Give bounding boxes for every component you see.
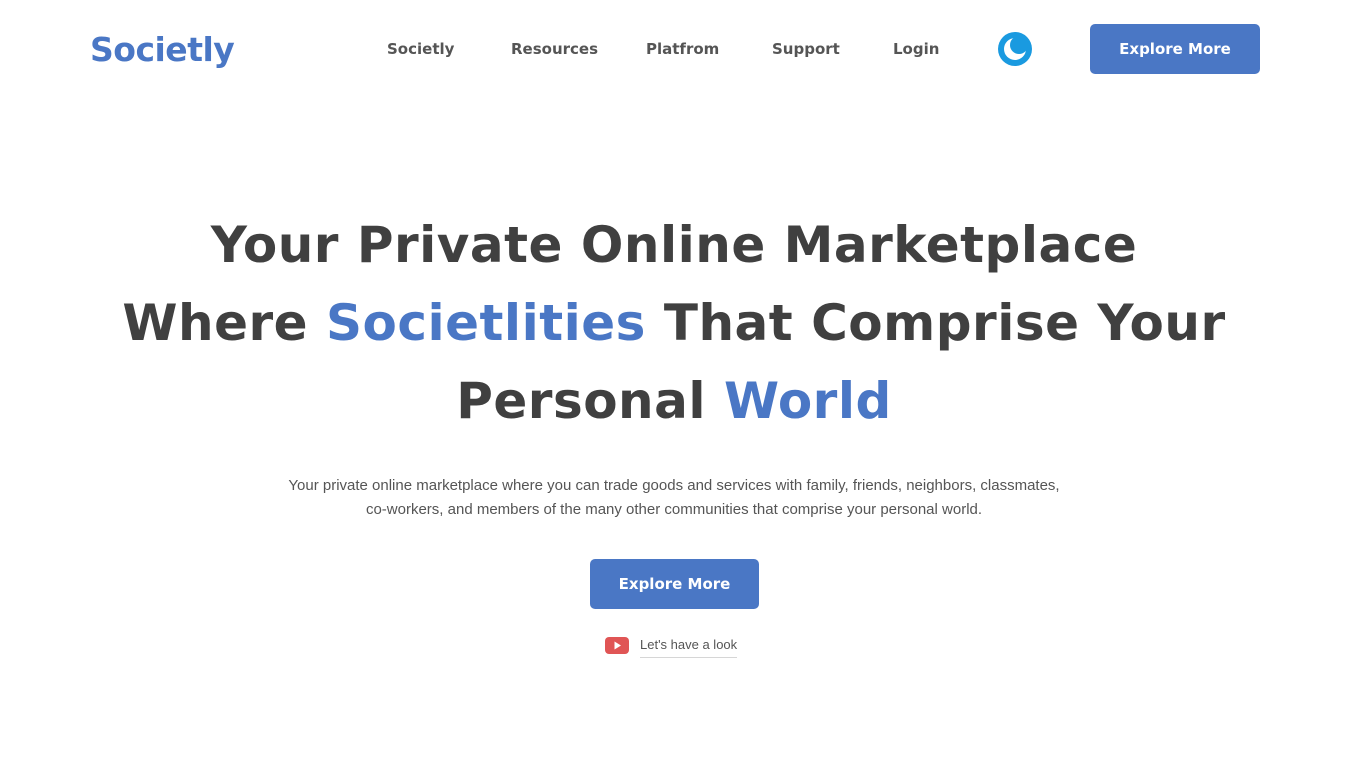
nav-login[interactable]: Login xyxy=(893,40,939,58)
landing-page: Societly Societly Resources Platfrom Sup… xyxy=(0,0,1348,767)
headline-accent: World xyxy=(723,372,892,430)
headline-line-1: Your Private Online Marketplace xyxy=(210,216,1138,274)
video-link-label[interactable]: Let's have a look xyxy=(640,637,738,658)
hero-headline: Your Private Online Marketplace Where So… xyxy=(100,206,1248,440)
nav-societly[interactable]: Societly xyxy=(387,40,454,58)
logo[interactable]: Societly xyxy=(90,30,235,69)
hero-explore-more-button[interactable]: Explore More xyxy=(590,559,759,609)
header-explore-more-button[interactable]: Explore More xyxy=(1090,24,1260,74)
hero-description: Your private online marketplace where yo… xyxy=(244,474,1104,522)
headline-text: That Comprise Your xyxy=(645,294,1226,352)
headline-text: Personal xyxy=(456,372,724,430)
nav-platform[interactable]: Platfrom xyxy=(646,40,719,58)
headline-line-2: Where Societlities That Comprise Your xyxy=(100,284,1248,362)
video-link[interactable]: Let's have a look xyxy=(605,632,738,658)
headline-line-3: Personal World xyxy=(100,362,1248,440)
nav-support[interactable]: Support xyxy=(772,40,840,58)
nav-resources[interactable]: Resources xyxy=(511,40,598,58)
description-line-2: co-workers, and members of the many othe… xyxy=(365,501,983,518)
headline-text: Where xyxy=(122,294,326,352)
moon-icon xyxy=(1004,36,1028,60)
headline-accent: Societlities xyxy=(325,294,646,352)
youtube-play-icon xyxy=(605,636,629,654)
theme-toggle-button[interactable] xyxy=(998,32,1032,66)
description-line-1: Your private online marketplace where yo… xyxy=(288,477,1060,494)
